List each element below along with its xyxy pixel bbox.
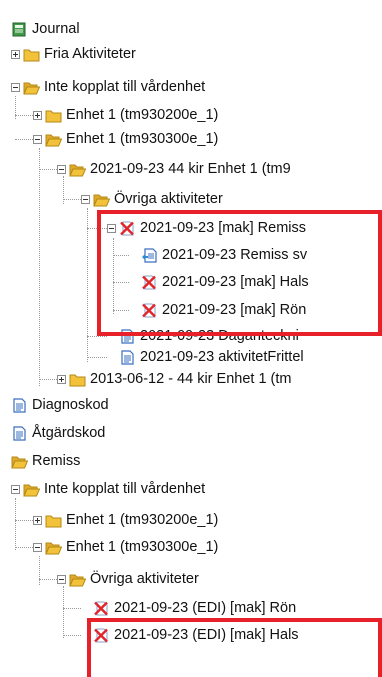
collapse-toggle-icon[interactable] bbox=[57, 574, 66, 584]
document-icon bbox=[11, 397, 28, 413]
collapse-toggle-icon[interactable] bbox=[33, 542, 42, 552]
tree-node-ovriga2[interactable]: Övriga aktiviteter bbox=[0, 567, 382, 591]
tree-node-atgardskod[interactable]: Åtgärdskod bbox=[0, 421, 382, 445]
tree-node-label: 2021-09-23 aktivitetFrittel bbox=[140, 349, 304, 365]
folder-open-icon bbox=[23, 482, 40, 497]
folder-open-icon bbox=[69, 572, 86, 587]
tree-node-ovriga1[interactable]: Övriga aktiviteter bbox=[0, 187, 382, 211]
tree-node-label: Åtgärdskod bbox=[32, 425, 106, 441]
folder-icon bbox=[23, 47, 40, 62]
collapse-toggle-icon[interactable] bbox=[57, 164, 66, 174]
tree-node-remiss[interactable]: Remiss bbox=[0, 449, 382, 473]
expand-toggle-icon[interactable] bbox=[33, 515, 42, 525]
tree-node-enhet1a[interactable]: Enhet 1 (tm930200e_1) bbox=[0, 103, 382, 127]
tree-connector-line bbox=[15, 547, 33, 548]
tree-connector-line bbox=[63, 586, 64, 638]
tree-node-kir2013[interactable]: 2013-06-12 - 44 kir Enhet 1 (tm bbox=[0, 367, 382, 391]
tree-node-label: Enhet 1 (tm930300e_1) bbox=[66, 131, 219, 147]
collapse-toggle-icon[interactable] bbox=[33, 134, 42, 144]
tree-connector-line bbox=[39, 379, 57, 380]
tree-connector-line bbox=[15, 520, 33, 521]
tree-node-inte2[interactable]: Inte kopplat till vårdenhet bbox=[0, 477, 382, 501]
tree-node-edi_ron[interactable]: 2021-09-23 (EDI) [mak] Rön bbox=[0, 596, 382, 620]
collapse-toggle-icon[interactable] bbox=[11, 484, 20, 494]
folder-icon bbox=[45, 513, 62, 528]
expand-toggle-icon[interactable] bbox=[57, 374, 66, 384]
folder-open-icon bbox=[45, 540, 62, 555]
tree-connector-line bbox=[63, 635, 81, 636]
tree-node-diagnoskod[interactable]: Diagnoskod bbox=[0, 393, 382, 417]
document-icon bbox=[11, 425, 28, 441]
folder-open-icon bbox=[23, 80, 40, 95]
tree-node-label: Enhet 1 (tm930200e_1) bbox=[66, 107, 219, 123]
tree-node-label: Remiss bbox=[32, 453, 81, 469]
folder-icon bbox=[45, 108, 62, 123]
tree-node-label: 2021-09-23 44 kir Enhet 1 (tm9 bbox=[90, 161, 291, 177]
tree-node-label: Diagnoskod bbox=[32, 397, 109, 413]
folder-open-icon bbox=[11, 454, 28, 469]
tree-node-inte1[interactable]: Inte kopplat till vårdenhet bbox=[0, 75, 382, 99]
tree-node-enhet1b[interactable]: Enhet 1 (tm930300e_1) bbox=[0, 127, 382, 151]
collapse-toggle-icon[interactable] bbox=[81, 194, 90, 204]
tree-node-kir44[interactable]: 2021-09-23 44 kir Enhet 1 (tm9 bbox=[0, 157, 382, 181]
folder-icon bbox=[69, 372, 86, 387]
tree-node-label: Enhet 1 (tm930200e_1) bbox=[66, 512, 219, 528]
journal-tree: Journal Fria Aktiviteter Inte kopplat till… bbox=[0, 0, 382, 677]
tree-node-label: 2021-09-23 (EDI) [mak] Rön bbox=[114, 600, 297, 616]
tree-node-label: 2013-06-12 - 44 kir Enhet 1 (tm bbox=[90, 371, 292, 387]
tree-node-label: Inte kopplat till vårdenhet bbox=[44, 481, 206, 497]
tree-node-enhet2a[interactable]: Enhet 1 (tm930200e_1) bbox=[0, 508, 382, 532]
tree-node-fria[interactable]: Fria Aktiviteter bbox=[0, 42, 382, 66]
tree-connector-line bbox=[87, 357, 107, 358]
tree-connector-line bbox=[15, 115, 33, 116]
tree-node-label: Journal bbox=[32, 21, 80, 37]
tree-connector-line bbox=[63, 608, 81, 609]
tree-node-label: Enhet 1 (tm930300e_1) bbox=[66, 539, 219, 555]
folder-open-icon bbox=[45, 132, 62, 147]
tree-connector-line bbox=[87, 336, 107, 337]
tree-connector-line bbox=[87, 208, 88, 362]
tree-connector-line bbox=[39, 169, 57, 170]
red-cross-doc-icon bbox=[93, 601, 110, 616]
tree-connector-line bbox=[39, 579, 57, 580]
highlight-box bbox=[97, 210, 382, 336]
tree-node-enhet2b[interactable]: Enhet 1 (tm930300e_1) bbox=[0, 535, 382, 559]
highlight-box bbox=[87, 618, 382, 677]
collapse-toggle-icon[interactable] bbox=[11, 82, 20, 92]
tree-node-label: Övriga aktiviteter bbox=[114, 191, 223, 207]
tree-node-label: Övriga aktiviteter bbox=[90, 571, 199, 587]
tree-node-journal[interactable]: Journal bbox=[0, 17, 382, 41]
tree-connector-line bbox=[39, 556, 40, 585]
expand-toggle-icon[interactable] bbox=[11, 49, 20, 59]
document-icon bbox=[119, 349, 136, 365]
tree-connector-line bbox=[63, 199, 81, 200]
expand-toggle-icon[interactable] bbox=[33, 110, 42, 120]
tree-connector-line bbox=[39, 148, 40, 386]
tree-connector-line bbox=[15, 498, 16, 550]
folder-open-icon bbox=[69, 162, 86, 177]
tree-connector-line bbox=[15, 139, 33, 140]
journal-book-icon bbox=[11, 22, 28, 37]
folder-open-icon bbox=[93, 192, 110, 207]
tree-node-label: Inte kopplat till vårdenhet bbox=[44, 79, 206, 95]
tree-node-label: Fria Aktiviteter bbox=[44, 46, 136, 62]
tree-node-aktfrittel[interactable]: 2021-09-23 aktivitetFrittel bbox=[0, 345, 382, 369]
